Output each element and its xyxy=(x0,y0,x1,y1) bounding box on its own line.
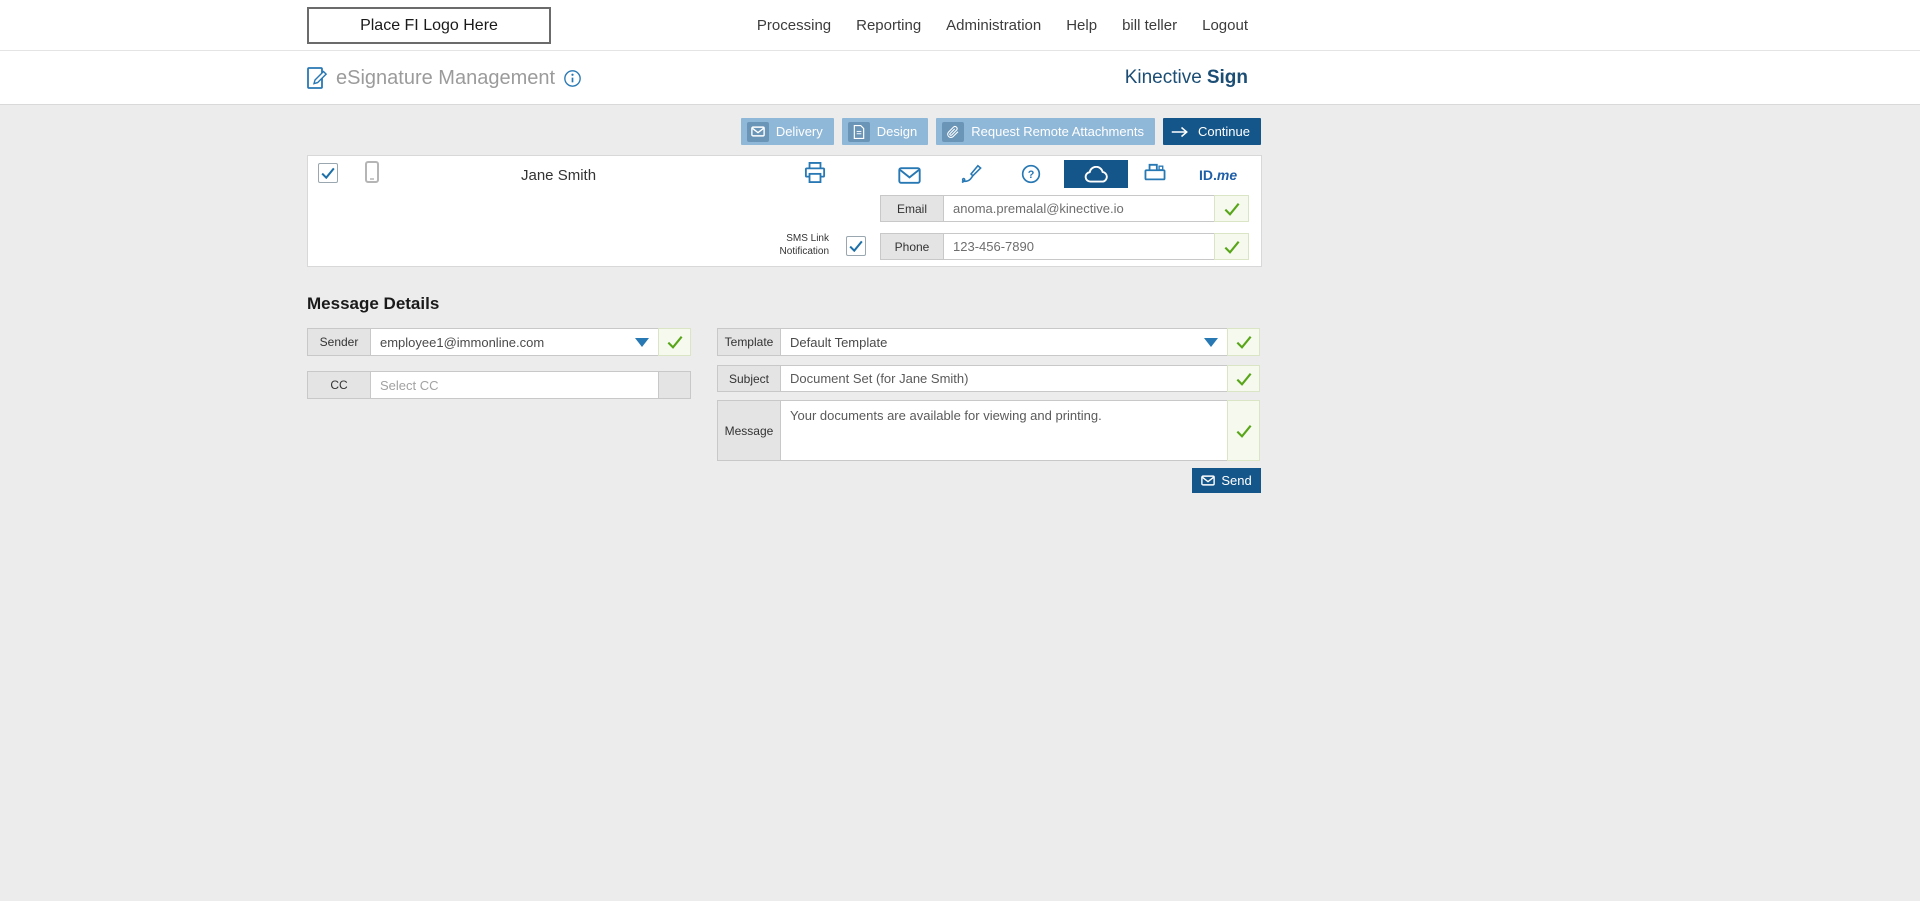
mobile-phone-icon xyxy=(365,161,379,183)
cloud-icon xyxy=(1083,166,1109,183)
continue-button[interactable]: Continue xyxy=(1163,118,1261,145)
phone-label: Phone xyxy=(880,233,944,260)
brand-name: Kinective xyxy=(1125,67,1202,89)
cc-label: CC xyxy=(307,371,371,399)
subject-valid-check xyxy=(1227,365,1260,392)
email-label: Email xyxy=(880,195,944,222)
sender-label: Sender xyxy=(307,328,371,356)
nav-item-administration[interactable]: Administration xyxy=(946,17,1041,34)
fax-icon[interactable] xyxy=(1144,163,1166,183)
subject-input[interactable] xyxy=(780,365,1228,392)
chevron-down-icon xyxy=(635,338,649,347)
request-remote-attachments-label: Request Remote Attachments xyxy=(971,124,1144,139)
phone-input[interactable] xyxy=(943,233,1215,260)
idme-logo-me: me xyxy=(1217,167,1237,183)
sms-link-notification-label: SMS Link Notification xyxy=(763,232,829,258)
template-dropdown-value: Default Template xyxy=(790,335,1196,350)
design-button[interactable]: Design xyxy=(842,118,928,145)
send-button-label: Send xyxy=(1221,473,1251,488)
email-delivery-icon[interactable] xyxy=(898,167,921,184)
info-icon[interactable] xyxy=(564,70,581,87)
question-circle-icon[interactable]: ? xyxy=(1021,164,1041,184)
message-label: Message xyxy=(717,400,781,461)
phone-valid-check xyxy=(1214,233,1249,260)
sender-valid-check xyxy=(658,328,691,356)
send-button[interactable]: Send xyxy=(1192,468,1261,493)
nav-item-logout[interactable]: Logout xyxy=(1202,17,1248,34)
brand-product: Sign xyxy=(1207,67,1248,89)
page-header: eSignature Management Kinective Sign xyxy=(0,51,1920,105)
sender-dropdown[interactable]: employee1@immonline.com xyxy=(370,328,659,356)
email-valid-check xyxy=(1214,195,1249,222)
idme-logo[interactable]: ID.me xyxy=(1199,167,1237,183)
design-button-label: Design xyxy=(877,124,917,139)
recipient-name: Jane Smith xyxy=(521,167,596,184)
template-valid-check xyxy=(1227,328,1260,356)
paperclip-icon xyxy=(942,122,964,142)
page-title-group: eSignature Management xyxy=(307,51,581,105)
top-navigation-bar: Place FI Logo Here Processing Reporting … xyxy=(0,0,1920,51)
printer-icon[interactable] xyxy=(804,162,826,183)
toolbar: Delivery Design Request Remote Attachmen… xyxy=(307,118,1261,145)
signature-pen-icon[interactable] xyxy=(960,163,982,185)
continue-button-label: Continue xyxy=(1198,124,1250,139)
esignature-management-page: Place FI Logo Here Processing Reporting … xyxy=(0,0,1920,901)
arrow-right-icon xyxy=(1169,122,1191,142)
delivery-button[interactable]: Delivery xyxy=(741,118,834,145)
sms-label-line1: SMS Link xyxy=(763,232,829,245)
chevron-down-icon xyxy=(1204,338,1218,347)
send-envelope-icon xyxy=(1201,475,1215,486)
main-nav: Processing Reporting Administration Help… xyxy=(757,0,1248,51)
svg-text:?: ? xyxy=(1028,169,1035,181)
nav-item-user[interactable]: bill teller xyxy=(1122,17,1177,34)
message-details-heading: Message Details xyxy=(307,294,439,314)
nav-item-processing[interactable]: Processing xyxy=(757,17,831,34)
cc-input[interactable] xyxy=(370,371,659,399)
template-label: Template xyxy=(717,328,781,356)
document-icon xyxy=(848,122,870,142)
cloud-delivery-button[interactable] xyxy=(1064,160,1128,188)
esignature-doc-pen-icon xyxy=(307,67,327,89)
nav-item-reporting[interactable]: Reporting xyxy=(856,17,921,34)
recipient-panel: Jane Smith ? ID.me Email SM xyxy=(307,155,1262,267)
sms-label-line2: Notification xyxy=(763,245,829,258)
brand-logo: Kinective Sign xyxy=(1125,51,1248,105)
idme-logo-id: ID. xyxy=(1199,167,1217,183)
template-dropdown[interactable]: Default Template xyxy=(780,328,1228,356)
message-textarea[interactable]: Your documents are available for viewing… xyxy=(780,400,1228,461)
sms-link-notification-checkbox[interactable] xyxy=(846,236,866,256)
cc-disabled-box xyxy=(658,371,691,399)
nav-item-help[interactable]: Help xyxy=(1066,17,1097,34)
envelope-icon xyxy=(747,122,769,142)
message-valid-check xyxy=(1227,400,1260,461)
fi-logo-placeholder: Place FI Logo Here xyxy=(307,7,551,44)
sender-dropdown-value: employee1@immonline.com xyxy=(380,335,627,350)
request-remote-attachments-button[interactable]: Request Remote Attachments xyxy=(936,118,1155,145)
recipient-checkbox[interactable] xyxy=(318,163,338,183)
email-input[interactable] xyxy=(943,195,1215,222)
page-title: eSignature Management xyxy=(336,67,555,90)
delivery-button-label: Delivery xyxy=(776,124,823,139)
subject-label: Subject xyxy=(717,365,781,392)
